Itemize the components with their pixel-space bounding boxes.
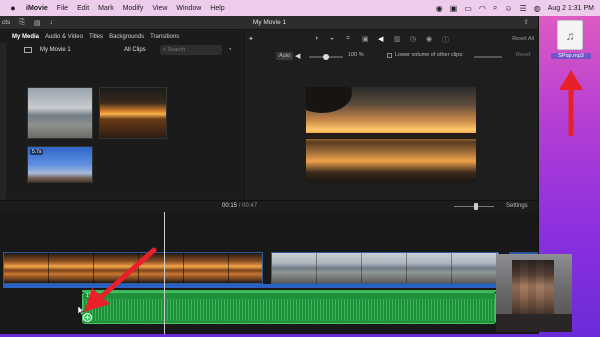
- preview-shoreline: [306, 133, 476, 139]
- reset-button[interactable]: Reset: [516, 52, 530, 58]
- crop-icon[interactable]: ⌗: [346, 35, 350, 43]
- tab-audio-video[interactable]: Audio & Video: [45, 34, 83, 40]
- menu-bar: ● iMovie File Edit Mark Modify View Wind…: [0, 0, 600, 16]
- filter-icon[interactable]: ◉: [426, 35, 432, 43]
- webcam-shoulders: [496, 314, 572, 332]
- timeline-zoom-slider[interactable]: [454, 203, 494, 210]
- adjustment-toolbar: ✦ ◑ ◒ ⌗ ▣ ◀ ▥ ◷ ◉ ⓘ Reset All: [244, 35, 538, 45]
- camera-icon[interactable]: ▣: [450, 4, 458, 13]
- audio-file-icon[interactable]: ♫: [557, 20, 583, 50]
- reset-all-button[interactable]: Reset All: [512, 36, 534, 42]
- tab-titles[interactable]: Titles: [89, 34, 103, 40]
- media-thumbnail[interactable]: [27, 87, 93, 139]
- speaker-icon[interactable]: ◀: [295, 52, 300, 60]
- video-preview[interactable]: [306, 87, 476, 182]
- magic-wand-icon[interactable]: ✦: [248, 35, 254, 43]
- tab-my-media[interactable]: My Media: [12, 34, 39, 40]
- lower-volume-checkbox[interactable]: [387, 53, 392, 58]
- siri-icon[interactable]: ◍: [534, 4, 541, 13]
- timecode-current: 00:15: [222, 203, 238, 209]
- menu-window[interactable]: Window: [176, 5, 201, 12]
- annotation-arrow-icon: [84, 247, 157, 312]
- menu-file[interactable]: File: [57, 5, 68, 12]
- webcam-person: [512, 260, 554, 318]
- webcam-overlay: [496, 254, 572, 332]
- media-thumbnail[interactable]: [99, 87, 167, 139]
- speed-icon[interactable]: ◷: [410, 35, 416, 43]
- menu-mark[interactable]: Mark: [98, 5, 114, 12]
- volume-percent: 100 %: [348, 52, 364, 58]
- menu-app-name[interactable]: iMovie: [26, 5, 48, 12]
- timeline-header: 00:15 / 00:47 Settings: [0, 200, 538, 212]
- menu-view[interactable]: View: [152, 5, 167, 12]
- timecode: 00:15 / 00:47: [222, 203, 258, 209]
- info-icon[interactable]: ⓘ: [442, 35, 449, 45]
- menu-edit[interactable]: Edit: [77, 5, 89, 12]
- desktop-file-name[interactable]: SPop.mp3: [551, 53, 591, 59]
- apple-menu-icon[interactable]: ●: [6, 3, 20, 13]
- media-browser: My Media Audio & Video Titles Background…: [0, 31, 242, 199]
- share-icon[interactable]: ⇧: [524, 18, 529, 26]
- clip-duration-badge: 5.7s: [30, 149, 44, 155]
- browser-tabs: My Media Audio & Video Titles Background…: [0, 31, 242, 43]
- noise-reduction-icon[interactable]: ▥: [394, 35, 401, 43]
- timeline-settings-button[interactable]: Settings: [506, 203, 528, 209]
- search-input[interactable]: ⌕ Search: [160, 45, 222, 55]
- volume-icon[interactable]: ◀: [378, 35, 383, 43]
- wifi-icon[interactable]: ◠: [479, 4, 486, 13]
- browser-toolbar: My Movie 1 All Clips ⌕ Search ◔: [0, 44, 242, 56]
- record-icon[interactable]: ◉: [436, 4, 443, 13]
- viewer-pane: ✦ ◑ ◒ ⌗ ▣ ◀ ▥ ◷ ◉ ⓘ Reset All Auto ◀ 100…: [243, 31, 538, 199]
- lower-volume-slider[interactable]: [474, 56, 502, 58]
- color-correction-icon[interactable]: ◒: [330, 35, 334, 42]
- stabilization-icon[interactable]: ▣: [362, 35, 369, 43]
- auto-volume-button[interactable]: Auto: [276, 52, 294, 60]
- lower-volume-label: Lower volume of other clips:: [395, 52, 464, 58]
- control-center-icon[interactable]: ☰: [520, 4, 527, 13]
- window-title: My Movie 1: [252, 19, 287, 26]
- search-icon[interactable]: ⌕: [493, 3, 497, 13]
- library-sidebar-edge: [0, 43, 6, 199]
- tab-transitions[interactable]: Transitions: [150, 34, 179, 40]
- media-thumbnail[interactable]: 5.7s: [27, 146, 93, 183]
- menubar-clock[interactable]: Aug 2 1:31 PM: [548, 5, 594, 12]
- preview-tree-silhouette: [306, 87, 352, 113]
- timecode-total: 00:47: [242, 203, 258, 209]
- clip-audio-strip: [3, 284, 499, 288]
- annotation-up-arrow-icon: [559, 70, 583, 136]
- volume-slider-knob[interactable]: [323, 54, 329, 60]
- user-icon[interactable]: ☺: [504, 4, 512, 13]
- menu-help[interactable]: Help: [210, 5, 224, 12]
- sidebar-toggle-icon[interactable]: [24, 47, 32, 53]
- zoom-slider-knob[interactable]: [474, 203, 478, 210]
- color-balance-icon[interactable]: ◑: [314, 35, 318, 42]
- desktop-file[interactable]: ♫ SPop.mp3: [551, 20, 591, 66]
- display-icon[interactable]: ▭: [464, 4, 472, 13]
- browser-settings-icon[interactable]: ◔: [228, 47, 232, 53]
- timeline-video-clip[interactable]: [271, 252, 499, 284]
- imovie-window: cts ⎘ ▤ ↓ My Movie 1 ⇧ My Media Audio & …: [0, 16, 539, 334]
- menu-modify[interactable]: Modify: [123, 5, 144, 12]
- library-name: My Movie 1: [40, 47, 71, 53]
- tab-backgrounds[interactable]: Backgrounds: [109, 34, 144, 40]
- search-placeholder: Search: [167, 47, 186, 53]
- volume-slider[interactable]: [309, 54, 343, 60]
- clip-filter-select[interactable]: All Clips: [124, 47, 146, 53]
- playhead[interactable]: [164, 212, 165, 334]
- volume-controls: Auto ◀ 100 % Lower volume of other clips…: [244, 52, 538, 63]
- title-bar: cts ⎘ ▤ ↓ My Movie 1 ⇧: [0, 16, 538, 30]
